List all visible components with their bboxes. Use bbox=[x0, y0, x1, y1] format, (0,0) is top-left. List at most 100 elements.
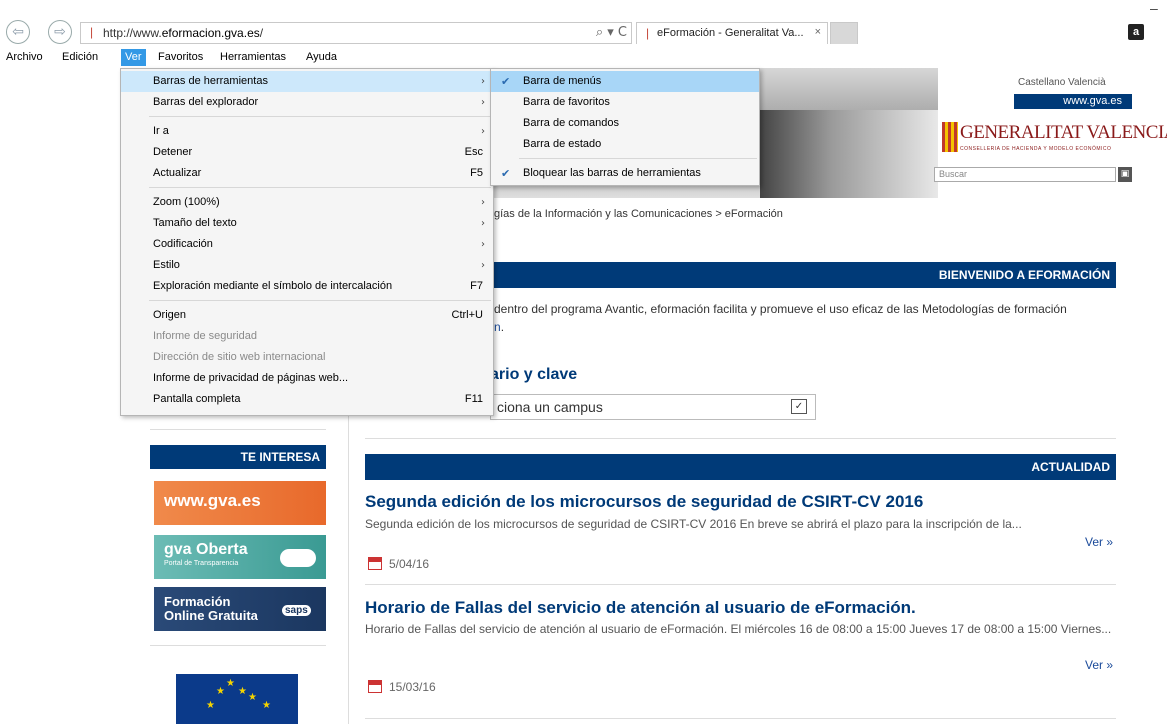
back-icon[interactable]: ⇦ bbox=[6, 20, 30, 44]
promo-gva[interactable]: www.gva.es bbox=[154, 481, 326, 525]
divider bbox=[365, 718, 1116, 719]
news-more-link-2[interactable]: Ver » bbox=[1085, 658, 1113, 672]
menu-item-origen[interactable]: Origen Ctrl+U bbox=[121, 305, 493, 326]
chevron-right-icon: › bbox=[481, 218, 485, 229]
url-domain: eformacion.gva.es bbox=[161, 26, 260, 40]
news-date-1-text: 5/04/16 bbox=[389, 557, 430, 571]
address-bar[interactable]: ❘ http://www.eformacion.gva.es/ ⌕ ▾ C bbox=[80, 22, 632, 44]
news-title-1[interactable]: Segunda edición de los microcursos de se… bbox=[365, 492, 923, 512]
tab-close-icon[interactable]: × bbox=[815, 26, 821, 38]
toolbars-submenu: ✔ Barra de menús Barra de favoritos Barra… bbox=[490, 68, 760, 186]
menu-item-barras-explorador[interactable]: Barras del explorador › bbox=[121, 92, 493, 113]
star-icon: ★ bbox=[226, 678, 235, 689]
submenu-item-label: Barra de comandos bbox=[523, 117, 619, 129]
address-url[interactable]: http://www.eformacion.gva.es/ bbox=[103, 26, 263, 40]
star-icon: ★ bbox=[216, 686, 225, 697]
menu-item-pantalla-completa[interactable]: Pantalla completa F11 bbox=[121, 389, 493, 410]
submenu-item-barra-menus[interactable]: ✔ Barra de menús bbox=[491, 71, 759, 92]
eu-flag[interactable]: ★ ★ ★ ★ ★ ★ bbox=[176, 674, 298, 724]
menu-item-codificacion[interactable]: Codificación › bbox=[121, 234, 493, 255]
chevron-right-icon: › bbox=[481, 260, 485, 271]
menu-item-tamano-texto[interactable]: Tamaño del texto › bbox=[121, 213, 493, 234]
menu-item-label: Estilo bbox=[153, 259, 180, 271]
star-icon: ★ bbox=[248, 692, 257, 703]
menu-item-label: Ir a bbox=[153, 125, 169, 137]
menu-item-shortcut: F5 bbox=[470, 167, 483, 179]
gva-link[interactable]: www.gva.es bbox=[1014, 94, 1132, 109]
generalitat-logo[interactable]: GENERALITAT VALENCIANA CONSELLERIA DE HA… bbox=[942, 120, 1167, 160]
search-icon[interactable]: ▣ bbox=[1118, 167, 1132, 182]
menu-item-label: Informe de seguridad bbox=[153, 330, 257, 342]
checkmark-icon: ✔ bbox=[501, 167, 511, 180]
menu-item-label: Tamaño del texto bbox=[153, 217, 237, 229]
news-title-2[interactable]: Horario de Fallas del servicio de atenci… bbox=[365, 598, 916, 618]
submenu-item-bloquear-barras[interactable]: ✔ Bloquear las barras de herramientas bbox=[491, 163, 759, 184]
chevron-right-icon: › bbox=[481, 76, 485, 87]
menu-item-informe-privacidad[interactable]: Informe de privacidad de páginas web... bbox=[121, 368, 493, 389]
news-more-link-1[interactable]: Ver » bbox=[1085, 535, 1113, 549]
url-suffix: / bbox=[259, 26, 264, 40]
cloud-icon bbox=[280, 549, 316, 567]
promo-gva-oberta[interactable]: gva Oberta Portal de Transparencia bbox=[154, 535, 326, 579]
chevron-right-icon: › bbox=[481, 97, 485, 108]
minimize-icon[interactable]: – bbox=[1150, 0, 1158, 16]
menu-favoritos[interactable]: Favoritos bbox=[154, 51, 207, 68]
news-date-2-text: 15/03/16 bbox=[389, 680, 436, 694]
promo-formacion-online[interactable]: Formación Online Gratuita saps bbox=[154, 587, 326, 631]
menu-separator bbox=[519, 158, 757, 159]
menu-item-label: Exploración mediante el símbolo de inter… bbox=[153, 280, 393, 292]
header-banner-photo bbox=[760, 110, 938, 198]
submenu-item-barra-estado[interactable]: Barra de estado bbox=[491, 134, 759, 155]
new-tab-button[interactable] bbox=[830, 22, 858, 44]
divider bbox=[365, 438, 1116, 439]
menu-item-exploracion-intercalacion[interactable]: Exploración mediante el símbolo de inter… bbox=[121, 276, 493, 297]
divider bbox=[365, 584, 1116, 585]
intro-link[interactable]: n bbox=[494, 320, 501, 334]
menu-item-label: Barras de herramientas bbox=[153, 75, 268, 87]
divider bbox=[150, 429, 326, 430]
promo-oberta-title: gva Oberta bbox=[164, 541, 248, 558]
star-icon: ★ bbox=[206, 700, 215, 711]
ver-menu: Barras de herramientas › Barras del explo… bbox=[120, 68, 494, 416]
menu-item-label: Informe de privacidad de páginas web... bbox=[153, 372, 349, 384]
breadcrumb: gías de la Información y las Comunicacio… bbox=[494, 208, 783, 220]
logo-subtitle: CONSELLERIA DE HACIENDA Y MODELO ECONÓMI… bbox=[960, 146, 1112, 152]
submenu-item-barra-favoritos[interactable]: Barra de favoritos bbox=[491, 92, 759, 113]
menu-item-label: Dirección de sitio web internacional bbox=[153, 351, 326, 363]
menu-separator bbox=[149, 116, 491, 117]
submenu-item-label: Barra de favoritos bbox=[523, 96, 610, 108]
menu-edicion[interactable]: Edición bbox=[58, 51, 102, 68]
menu-item-label: Codificación bbox=[153, 238, 213, 250]
tab-eformacion[interactable]: ❘ eFormación - Generalitat Va... × bbox=[636, 22, 828, 44]
news-summary-1: Segunda edición de los microcursos de se… bbox=[365, 517, 1022, 531]
forward-icon[interactable]: ⇨ bbox=[48, 20, 72, 44]
menu-ayuda[interactable]: Ayuda bbox=[302, 51, 341, 68]
menu-item-shortcut: Ctrl+U bbox=[451, 309, 483, 321]
submenu-item-barra-comandos[interactable]: Barra de comandos bbox=[491, 113, 759, 134]
menu-ver[interactable]: Ver bbox=[121, 49, 146, 66]
menu-herramientas[interactable]: Herramientas bbox=[216, 51, 290, 68]
chevron-right-icon: › bbox=[481, 197, 485, 208]
menu-item-ir-a[interactable]: Ir a › bbox=[121, 121, 493, 142]
menu-item-zoom[interactable]: Zoom (100%) › bbox=[121, 192, 493, 213]
chevron-down-icon[interactable]: ✓ bbox=[791, 399, 807, 414]
language-links[interactable]: Castellano Valencià bbox=[1018, 77, 1106, 88]
campus-select[interactable]: ciona un campus ✓ bbox=[490, 394, 816, 420]
menu-separator bbox=[149, 187, 491, 188]
news-date-2: 15/03/16 bbox=[368, 680, 436, 694]
menu-item-detener[interactable]: Detener Esc bbox=[121, 142, 493, 163]
browser-chrome: ⇦ ⇨ ❘ http://www.eformacion.gva.es/ ⌕ ▾ … bbox=[0, 0, 1167, 68]
search-input[interactable]: Buscar bbox=[934, 167, 1116, 182]
intro-end: . bbox=[500, 320, 505, 334]
menu-item-estilo[interactable]: Estilo › bbox=[121, 255, 493, 276]
promo-form-title: Formación Online Gratuita bbox=[164, 594, 258, 623]
amazon-icon[interactable]: a bbox=[1128, 24, 1144, 40]
address-search-refresh-icon[interactable]: ⌕ ▾ C bbox=[596, 25, 627, 40]
menu-archivo[interactable]: Archivo bbox=[2, 51, 47, 68]
menu-item-barras-herramientas[interactable]: Barras de herramientas › bbox=[121, 71, 493, 92]
submenu-item-label: Barra de estado bbox=[523, 138, 602, 150]
menu-item-actualizar[interactable]: Actualizar F5 bbox=[121, 163, 493, 184]
promo-oberta-sub: Portal de Transparencia bbox=[164, 560, 239, 567]
url-prefix: http://www. bbox=[103, 26, 162, 40]
star-icon: ★ bbox=[262, 700, 271, 711]
